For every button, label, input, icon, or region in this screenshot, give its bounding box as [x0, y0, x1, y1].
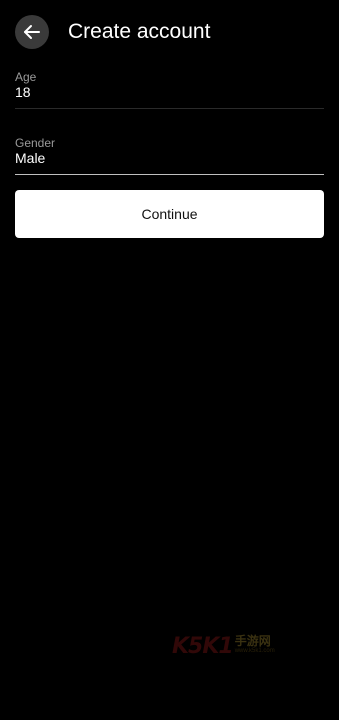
age-field[interactable]: Age 18 — [15, 68, 324, 109]
watermark-text: 手游网 www.k5k1.com — [234, 634, 275, 656]
watermark-sub: www.k5k1.com — [234, 648, 275, 654]
arrow-left-icon — [24, 25, 40, 39]
age-value[interactable]: 18 — [15, 83, 31, 101]
watermark-cn: 手游网 — [234, 634, 271, 648]
app-header: Create account — [0, 0, 339, 64]
watermark-brand: K5K1 — [172, 633, 234, 659]
age-label: Age — [15, 70, 37, 84]
continue-button[interactable]: Continue — [15, 190, 324, 238]
gender-label: Gender — [15, 136, 56, 150]
back-button[interactable] — [15, 15, 49, 49]
gender-field[interactable]: Gender Male — [15, 134, 324, 175]
page-title: Create account — [68, 20, 211, 43]
watermark-logo: K5K1 手游网 www.k5k1.com — [172, 633, 275, 659]
gender-value[interactable]: Male — [15, 149, 45, 167]
